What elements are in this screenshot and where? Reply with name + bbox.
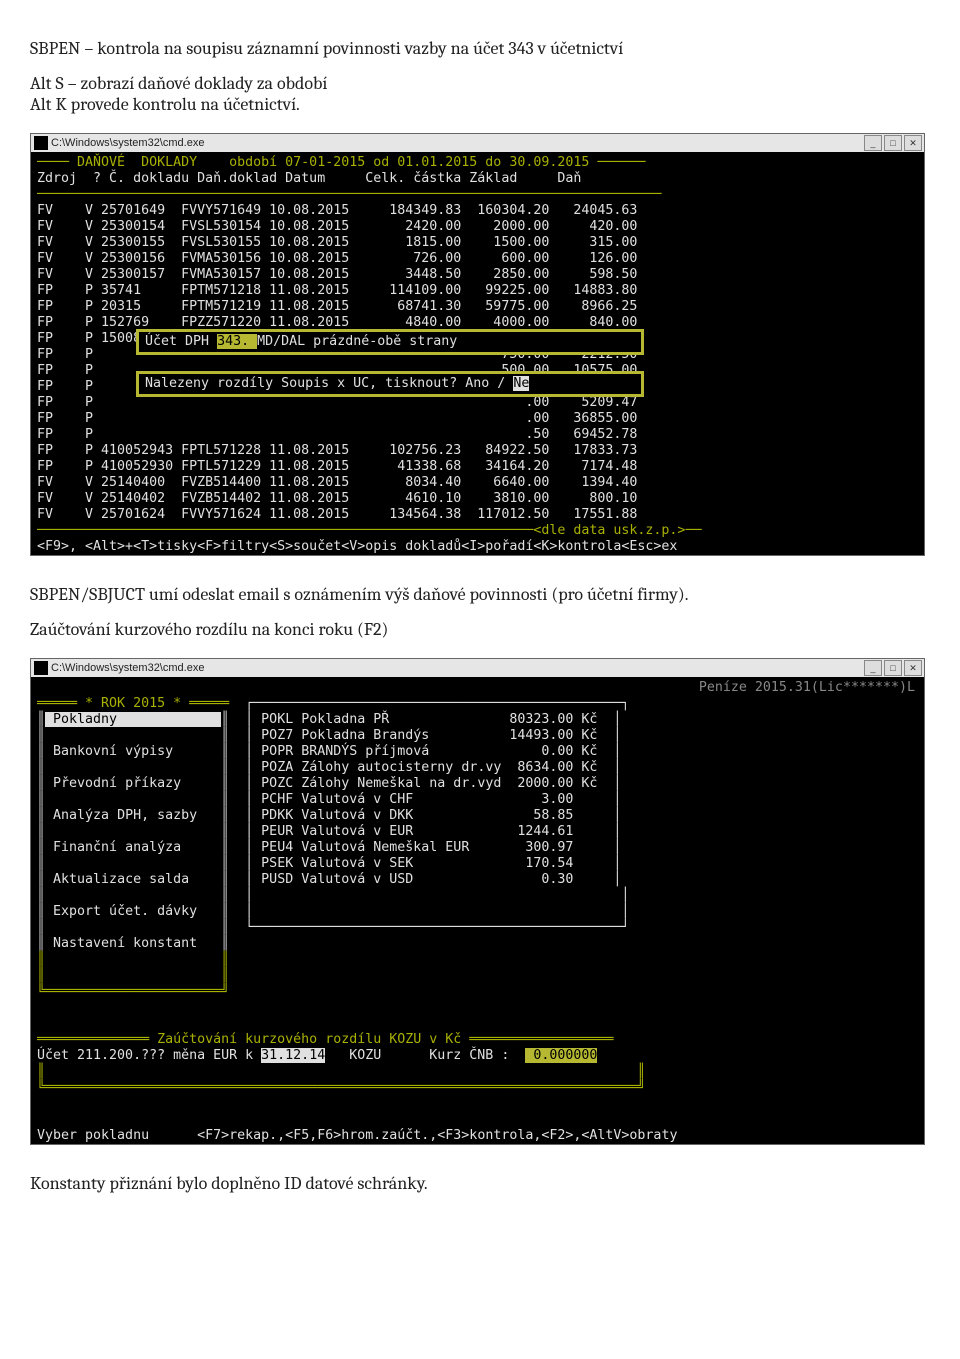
menu-item: [45, 856, 221, 871]
kozu-box-title: ══════════════ Zaúčtování kurzového rozd…: [37, 1032, 613, 1047]
table-row[interactable]: FP P .50 69452.78: [37, 427, 637, 443]
terminal-screen: Peníze 2015.31(Lic*******)L═════ * ROK 2…: [31, 677, 924, 1144]
status-hotkeys: <F7>rekap.,<F5,F6>hrom.zaúčt.,<F3>kontro…: [197, 1128, 677, 1143]
maximize-button[interactable]: □: [884, 135, 902, 151]
label-ucet-mena: Účet 211.200.??? měna EUR k: [37, 1048, 261, 1063]
dialog-ucet-dph: Účet DPH 343. MD/DAL prázdné-obě strany: [136, 329, 644, 355]
menu-item: [45, 824, 221, 839]
table-row[interactable]: FV V 25140400 FVZB514400 11.08.2015 8034…: [37, 475, 637, 491]
close-button[interactable]: ✕: [904, 135, 922, 151]
menu-item[interactable]: Bankovní výpisy: [45, 744, 221, 759]
menu-item: [45, 888, 221, 903]
text-heading: SBPEN – kontrola na soupisu záznamní pov…: [30, 38, 930, 59]
alt-s-line: Alt S – zobrazí daňové doklady za období: [30, 73, 327, 94]
input-kurz[interactable]: 0.000000: [525, 1048, 597, 1063]
menu-item[interactable]: Analýza DPH, sazby: [45, 808, 221, 823]
table-row[interactable]: FP P .00 36855.00: [37, 411, 637, 427]
cmd-icon: [34, 136, 48, 150]
cmd-icon: [34, 661, 48, 675]
close-button[interactable]: ✕: [904, 660, 922, 676]
label-kozu-kurz: KOZU Kurz ČNB :: [325, 1048, 525, 1063]
menu-item[interactable]: Finanční analýza: [45, 840, 221, 855]
table-row[interactable]: FP P .00 5209.47: [37, 395, 637, 411]
table-row[interactable]: FP P 410052930 FPTL571229 11.08.2015 413…: [37, 459, 637, 475]
status-hotkeys: <F9>, <Alt>+<T>tisky<F>filtry<S>součet<V…: [37, 539, 677, 554]
status-left: Vyber pokladnu: [37, 1128, 149, 1143]
table-row[interactable]: FV V 25300154 FVSL530154 10.08.2015 2420…: [37, 219, 637, 235]
window-title: C:\Windows\system32\cmd.exe: [51, 660, 204, 676]
choice-ano[interactable]: Ano: [465, 376, 489, 391]
minimize-button[interactable]: _: [864, 135, 882, 151]
table-row[interactable]: FP P 20315 FPTM571219 11.08.2015 68741.3…: [37, 299, 637, 315]
menu-item[interactable]: Převodní příkazy: [45, 776, 221, 791]
table-column-headers: Zdroj ? Č. dokladu Daň.doklad Datum Celk…: [37, 171, 581, 186]
table-footer-line: ────────────────────────────────────────…: [37, 523, 701, 538]
menu-item: [45, 728, 221, 743]
console-window-penize: C:\Windows\system32\cmd.exe _ □ ✕ Peníze…: [30, 658, 925, 1145]
dialog-nalezeny-rozdily[interactable]: Nalezeny rozdíly Soupis x UC, tisknout? …: [136, 371, 644, 397]
input-date[interactable]: 31.12.14: [261, 1048, 325, 1063]
text-konstanty-note: Konstanty přiznání bylo doplněno ID dato…: [30, 1173, 930, 1194]
text-email-note: SBPEN/SBJUCT umí odeslat email s oznámen…: [80, 584, 930, 605]
text-instructions: Alt S – zobrazí daňové doklady za období…: [30, 73, 930, 115]
table-row[interactable]: FV V 25300157 FVMA530157 10.08.2015 3448…: [37, 267, 637, 283]
table-row[interactable]: FV V 25300156 FVMA530156 10.08.2015 726.…: [37, 251, 637, 267]
text-zauct-heading: Zaúčtování kurzového rozdílu na konci ro…: [30, 619, 930, 640]
box-bottom: ║ ║ ╚═══════════════════════════════════…: [37, 1064, 645, 1095]
minimize-button[interactable]: _: [864, 660, 882, 676]
table-header-title: ──── DAŇOVÉ DOKLADY období 07-01-2015 od…: [37, 155, 645, 170]
divider: ────────────────────────────────────────…: [37, 187, 661, 202]
table-row[interactable]: FV V 25701624 FVVY571624 11.08.2015 1345…: [37, 507, 637, 523]
menu-item[interactable]: Aktualizace salda: [45, 872, 221, 887]
menu-item: [45, 792, 221, 807]
console-window-danove-doklady: C:\Windows\system32\cmd.exe _ □ ✕ ──── D…: [30, 133, 925, 556]
accounts-list[interactable]: ┌───────────────────────────────────────…: [229, 696, 629, 936]
doklady-table: FV V 25701649 FVVY571649 10.08.2015 1843…: [37, 203, 637, 523]
window-title: C:\Windows\system32\cmd.exe: [51, 135, 204, 151]
choice-ne[interactable]: Ne: [513, 376, 529, 391]
dialog-question: Nalezeny rozdíly Soupis x UC, tisknout?: [145, 376, 457, 391]
menu-item[interactable]: Nastavení konstant: [45, 936, 221, 951]
table-row[interactable]: FP P 35741 FPTM571218 11.08.2015 114109.…: [37, 283, 637, 299]
table-row[interactable]: FV V 25140402 FVZB514402 11.08.2015 4610…: [37, 491, 637, 507]
maximize-button[interactable]: □: [884, 660, 902, 676]
table-row[interactable]: FP P 410052943 FPTL571228 11.08.2015 102…: [37, 443, 637, 459]
window-titlebar: C:\Windows\system32\cmd.exe _ □ ✕: [31, 134, 924, 152]
menu-item: [45, 760, 221, 775]
window-titlebar: C:\Windows\system32\cmd.exe _ □ ✕: [31, 659, 924, 677]
menu-item[interactable]: Pokladny: [45, 712, 221, 727]
menu-item: [45, 920, 221, 935]
choice-sep: /: [497, 376, 505, 391]
table-row[interactable]: FV V 25701649 FVVY571649 10.08.2015 1843…: [37, 203, 637, 219]
label-ucet-dph: Účet DPH: [145, 334, 217, 349]
alt-k-line: Alt K provede kontrolu na účetnictví.: [30, 94, 300, 115]
input-account[interactable]: 343.: [217, 334, 257, 349]
app-version: Peníze 2015.31(Lic*******)L: [37, 680, 921, 696]
kozu-input-line: Účet 211.200.??? měna EUR k 31.12.14 KOZ…: [37, 1048, 597, 1063]
label-mddal: MD/DAL: [257, 334, 305, 349]
menu-item[interactable]: Export účet. dávky: [45, 904, 221, 919]
table-row[interactable]: FV V 25300155 FVSL530155 10.08.2015 1815…: [37, 235, 637, 251]
label-prazdne: prázdné-obě strany: [313, 334, 457, 349]
